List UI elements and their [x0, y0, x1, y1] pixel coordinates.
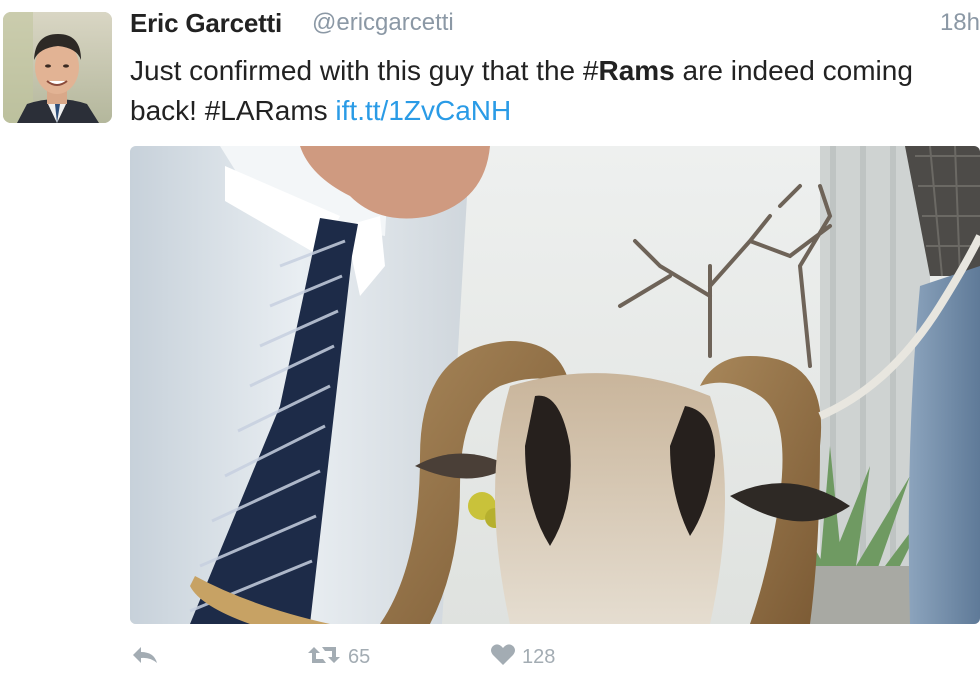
- tweet-header: Eric Garcetti @ericgarcetti 18h: [130, 8, 980, 44]
- reply-button[interactable]: [130, 640, 160, 674]
- like-button[interactable]: 128: [490, 640, 555, 674]
- tweet-text: Just confirmed with this guy that the #R…: [130, 51, 960, 131]
- tweet-text-part: Just confirmed with this guy that the: [130, 55, 583, 86]
- avatar[interactable]: [3, 12, 112, 123]
- reply-icon: [130, 644, 160, 671]
- retweet-button[interactable]: 65: [306, 640, 370, 674]
- tweet-photo[interactable]: [130, 146, 980, 624]
- tweet-actions: 65 128: [130, 640, 980, 678]
- tweet-link[interactable]: ift.tt/1ZvCaNH: [335, 95, 511, 126]
- photo-ram-icon: [130, 146, 980, 624]
- retweet-count: 65: [348, 645, 371, 668]
- author-handle[interactable]: @ericgarcetti: [312, 9, 454, 37]
- hashtag-bold-term: Rams: [598, 55, 675, 86]
- hashtag-rams[interactable]: #Rams: [583, 55, 675, 86]
- avatar-photo: [3, 12, 112, 123]
- hashtag-prefix: #: [582, 55, 599, 86]
- tweet-card[interactable]: Eric Garcetti @ericgarcetti 18h Just con…: [0, 0, 980, 678]
- retweet-icon: [306, 643, 342, 672]
- like-count: 128: [522, 645, 556, 668]
- author-name[interactable]: Eric Garcetti: [130, 8, 282, 39]
- heart-icon: [490, 643, 516, 672]
- timestamp[interactable]: 18h: [940, 9, 980, 37]
